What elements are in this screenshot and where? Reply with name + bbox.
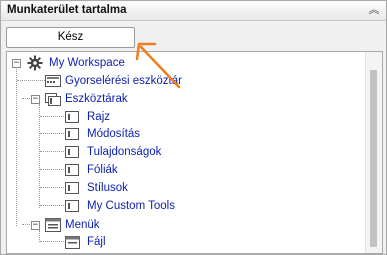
panel-title: Munkaterület tartalma — [7, 4, 127, 16]
tree-node-label: Eszköztárak — [65, 93, 128, 105]
tree-node-quick-access[interactable]: Gyorselérési eszköztár — [45, 72, 345, 90]
tree-node-toolbar-item[interactable]: Tulajdonságok — [65, 143, 325, 161]
tree-node-toolbar-item[interactable]: My Custom Tools — [65, 197, 325, 215]
tree-node-menu-item[interactable]: Fájl — [65, 233, 325, 251]
menu-icon — [45, 218, 61, 232]
tree-node-label: Tulajdonságok — [87, 146, 162, 158]
tree-node-label: My Workspace — [49, 57, 125, 69]
menu-icon — [65, 236, 80, 249]
workspace-tree[interactable]: − My Workspace Gyorselérési eszköztár − … — [6, 51, 383, 254]
tree-connector — [40, 151, 64, 152]
gear-icon — [27, 55, 43, 71]
toolbar-icon — [65, 128, 79, 140]
toolbar-icon — [65, 146, 79, 158]
tree-connector — [40, 241, 64, 242]
tree-node-label: My Custom Tools — [87, 200, 175, 212]
tree-node-label: Rajz — [87, 111, 111, 123]
toolbar-icon — [65, 164, 79, 176]
annotation-arrow-icon — [135, 42, 181, 89]
toolbars-icon — [45, 93, 61, 106]
tree-connector — [40, 205, 64, 206]
tree-node-label: Menük — [65, 219, 100, 231]
toolbar-icon — [65, 200, 79, 212]
scrollbar-thumb[interactable] — [370, 70, 377, 247]
vertical-scrollbar[interactable] — [365, 52, 382, 253]
tree-node-label: Stílusok — [87, 182, 128, 194]
tree-node-toolbar-item[interactable]: Fóliák — [65, 161, 325, 179]
chevron-up-double-icon[interactable]: ︽ — [367, 3, 381, 17]
toolbar-icon — [65, 111, 79, 123]
tree-connector — [40, 116, 64, 117]
collapse-toggle-icon[interactable]: − — [12, 59, 21, 68]
panel-header: Munkaterület tartalma ︽ — [1, 1, 386, 21]
tree-connector — [22, 224, 30, 225]
workspace-contents-panel: Munkaterület tartalma ︽ Kész − My Worksp… — [0, 0, 387, 255]
toolbar-icon — [65, 182, 79, 194]
tree-node-toolbar-item[interactable]: Stílusok — [65, 179, 325, 197]
tree-connector — [17, 80, 45, 81]
tree-node-toolbar-item[interactable]: Rajz — [65, 108, 325, 126]
done-button[interactable]: Kész — [6, 27, 135, 48]
tree-connector — [16, 66, 17, 226]
tree-node-menus[interactable]: − Menük — [31, 216, 331, 234]
tree-node-toolbar-item[interactable]: Módosítás — [65, 125, 325, 143]
collapse-toggle-icon[interactable]: − — [31, 221, 40, 230]
tree-node-label: Módosítás — [87, 128, 141, 140]
tree-node-label: Fájl — [87, 236, 106, 248]
tree-connector — [40, 169, 64, 170]
toolbar-icon — [45, 75, 61, 87]
tree-connector — [40, 133, 64, 134]
tree-connector — [39, 104, 40, 208]
tree-node-label: Fóliák — [87, 164, 118, 176]
tree-connector — [40, 187, 64, 188]
tree-connector — [22, 98, 30, 99]
collapse-toggle-icon[interactable]: − — [31, 95, 40, 104]
